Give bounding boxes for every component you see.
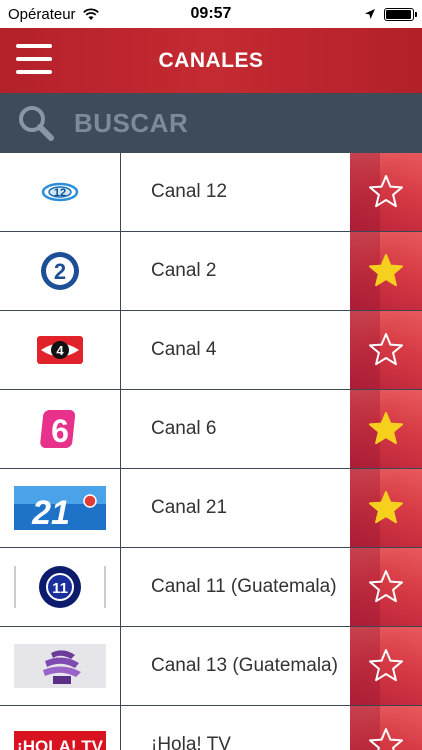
star-filled-icon <box>369 254 403 287</box>
canal-6-logo: 6 <box>0 390 121 468</box>
channel-name: ¡Hola! TV <box>151 734 231 750</box>
channel-row[interactable]: 2 Canal 2 <box>0 232 422 311</box>
channel-name: Canal 13 (Guatemala) <box>151 655 338 676</box>
status-bar: Opérateur 09:57 <box>0 0 422 28</box>
channel-list: 12 Canal 12 2 Canal 2 4 Canal 4 6 Canal … <box>0 153 422 750</box>
star-outline-icon <box>369 175 403 208</box>
svg-text:¡HOLA! TV: ¡HOLA! TV <box>17 737 104 750</box>
star-filled-icon <box>369 412 403 445</box>
page-title: CANALES <box>158 48 264 72</box>
channel-row[interactable]: 6 Canal 6 <box>0 390 422 469</box>
status-right <box>364 7 417 21</box>
channel-name: Canal 21 <box>151 497 228 518</box>
battery-level <box>386 9 411 19</box>
star-outline-icon <box>369 570 403 603</box>
canal-13-logo <box>0 627 121 705</box>
favorite-button[interactable] <box>350 390 422 468</box>
svg-text:21: 21 <box>31 494 70 532</box>
canal-12-logo: 12 <box>0 153 121 231</box>
channel-row[interactable]: 21 Canal 21 <box>0 469 422 548</box>
channel-name: Canal 12 <box>151 181 228 202</box>
channel-row[interactable]: 4 Canal 4 <box>0 311 422 390</box>
favorite-button[interactable] <box>350 469 422 547</box>
wifi-icon <box>82 8 99 20</box>
svg-text:6: 6 <box>51 413 69 449</box>
canal-4-logo: 4 <box>0 311 121 389</box>
star-outline-icon <box>369 333 403 366</box>
star-outline-icon <box>369 649 403 682</box>
canal-11-logo: 11 <box>0 548 121 626</box>
channel-row[interactable]: 12 Canal 12 <box>0 153 422 232</box>
app-header: CANALES <box>0 28 422 93</box>
channel-row[interactable]: Canal 13 (Guatemala) <box>0 627 422 706</box>
favorite-button[interactable] <box>350 627 422 705</box>
search-input[interactable] <box>74 107 374 139</box>
location-arrow-icon <box>365 9 375 19</box>
svg-text:11: 11 <box>52 580 68 597</box>
channel-row[interactable]: ¡HOLA! TV ¡Hola! TV <box>0 706 422 750</box>
channel-row[interactable]: 11 Canal 11 (Guatemala) <box>0 548 422 627</box>
hola-tv-logo: ¡HOLA! TV <box>0 706 121 750</box>
canal-21-logo: 21 <box>0 469 121 547</box>
channel-name: Canal 4 <box>151 339 217 360</box>
search-bar <box>0 93 422 153</box>
star-outline-icon <box>369 728 403 750</box>
channel-name: Canal 2 <box>151 260 217 281</box>
svg-text:12: 12 <box>54 187 66 199</box>
hamburger-menu-icon[interactable] <box>16 44 52 74</box>
favorite-button[interactable] <box>350 153 422 231</box>
battery-icon <box>384 7 417 21</box>
status-left: Opérateur <box>8 6 100 23</box>
channel-name: Canal 6 <box>151 418 217 439</box>
channel-name: Canal 11 (Guatemala) <box>151 576 337 597</box>
svg-text:2: 2 <box>54 259 66 284</box>
favorite-button[interactable] <box>350 548 422 626</box>
carrier-label: Opérateur <box>8 5 76 23</box>
canal-2-logo: 2 <box>0 232 121 310</box>
star-filled-icon <box>369 491 403 524</box>
search-icon[interactable] <box>16 103 56 143</box>
svg-text:4: 4 <box>56 343 64 358</box>
favorite-button[interactable] <box>350 706 422 750</box>
favorite-button[interactable] <box>350 311 422 389</box>
favorite-button[interactable] <box>350 232 422 310</box>
